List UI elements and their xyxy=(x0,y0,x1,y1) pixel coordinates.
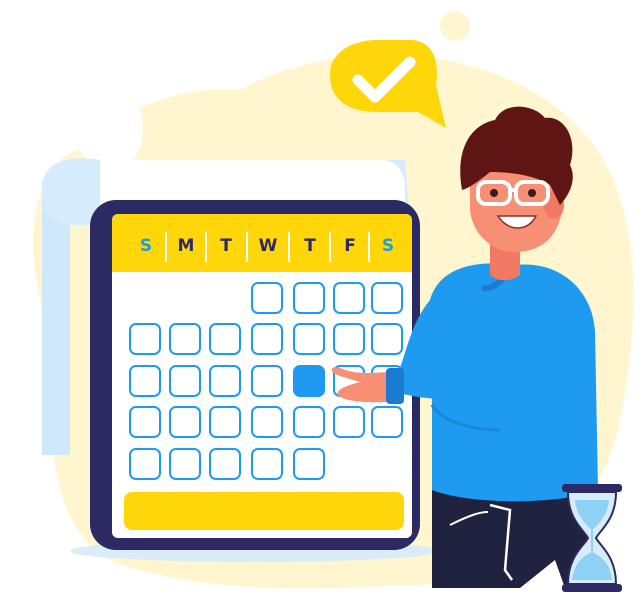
day-cell xyxy=(129,323,161,355)
day-cell xyxy=(129,448,161,480)
day-cell xyxy=(293,448,325,480)
day-cell xyxy=(209,365,241,397)
weekday-label: W xyxy=(259,236,278,256)
weekday-label: T xyxy=(220,236,232,256)
day-cell xyxy=(129,406,161,438)
calendar-footer-bar xyxy=(124,492,404,530)
day-cell xyxy=(251,365,283,397)
selected-day xyxy=(293,365,325,397)
day-cell xyxy=(371,282,403,314)
day-cell xyxy=(169,365,201,397)
day-cell xyxy=(293,406,325,438)
weekday-label: S xyxy=(382,236,394,256)
day-cell xyxy=(371,323,403,355)
day-cell xyxy=(333,282,365,314)
weekday-label: T xyxy=(304,236,316,256)
day-cell xyxy=(293,323,325,355)
day-cell xyxy=(251,448,283,480)
day-cell xyxy=(333,323,365,355)
weekday-label: S xyxy=(140,236,152,256)
day-cell xyxy=(251,406,283,438)
day-cell xyxy=(129,365,161,397)
day-cell xyxy=(293,282,325,314)
weekday-label: M xyxy=(178,236,195,256)
day-cell xyxy=(251,323,283,355)
weekday-label: F xyxy=(344,236,356,256)
day-cell xyxy=(209,448,241,480)
calendar-illustration: SMTWTFS xyxy=(33,11,634,592)
day-cell xyxy=(209,323,241,355)
day-cell xyxy=(209,406,241,438)
day-cell xyxy=(251,282,283,314)
day-cell xyxy=(169,323,201,355)
day-cell xyxy=(169,406,201,438)
pants xyxy=(432,490,590,588)
day-cell xyxy=(333,406,365,438)
day-cell xyxy=(169,448,201,480)
day-cell xyxy=(371,406,403,438)
